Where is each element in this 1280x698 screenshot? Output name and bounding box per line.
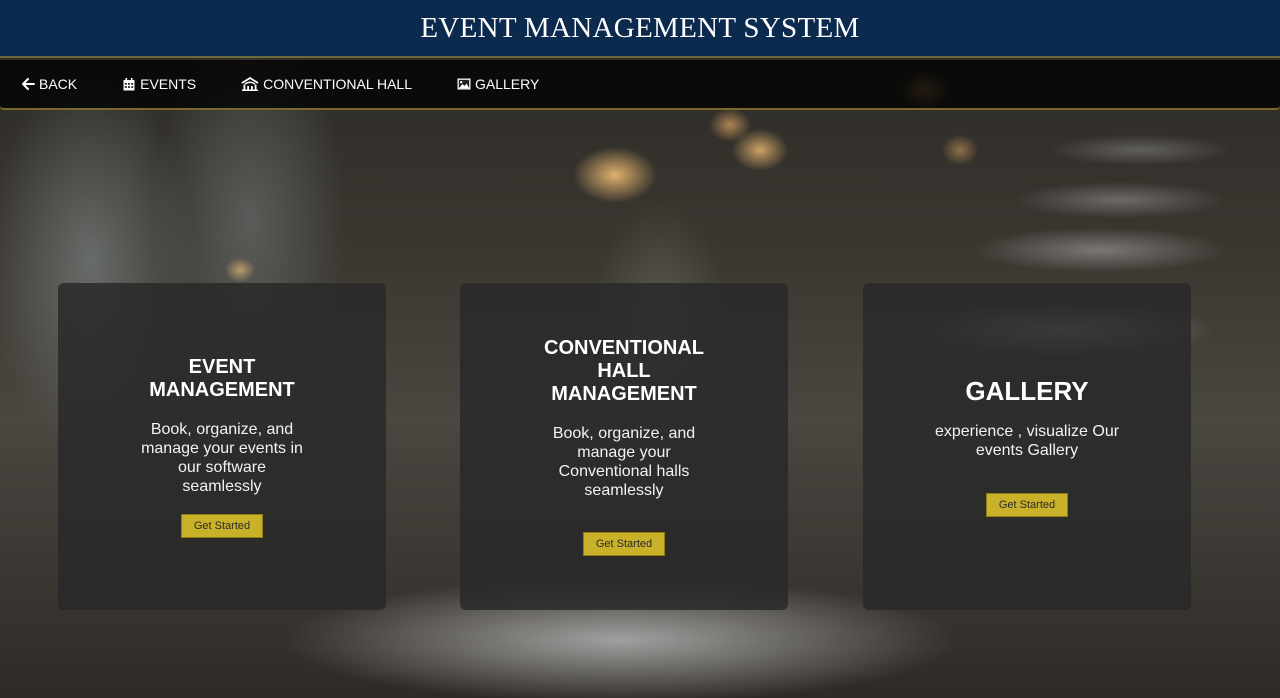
nav-back-link[interactable]: BACK bbox=[20, 76, 77, 92]
card-title: CONVENTIONAL HALL MANAGEMENT bbox=[544, 337, 704, 405]
card-title: EVENT MANAGEMENT bbox=[149, 355, 295, 401]
nav-conventional-hall-link[interactable]: CONVENTIONAL HALL bbox=[240, 76, 412, 92]
card-description: experience , visualize Our events Galler… bbox=[934, 423, 1120, 459]
site-title: EVENT MANAGEMENT SYSTEM bbox=[420, 12, 860, 44]
card-title: GALLERY bbox=[965, 376, 1089, 406]
card-description: Book, organize, and manage your events i… bbox=[141, 420, 303, 495]
nav-gallery-link[interactable]: GALLERY bbox=[456, 76, 539, 92]
event-get-started-button[interactable]: Get Started bbox=[180, 513, 264, 538]
nav-events-label: EVENTS bbox=[140, 76, 197, 92]
nav-events-link[interactable]: EVENTS bbox=[121, 76, 196, 92]
hall-get-started-button[interactable]: Get Started bbox=[582, 532, 666, 556]
conventional-hall-card: CONVENTIONAL HALL MANAGEMENT Book, organ… bbox=[460, 283, 788, 610]
arrow-left-icon bbox=[20, 77, 36, 91]
gallery-card: GALLERY experience , visualize Our event… bbox=[863, 283, 1191, 610]
card-description: Book, organize, and manage your Conventi… bbox=[552, 425, 696, 499]
main-nav: BACK EVENTS CONVENTIONAL HALL GALLERY bbox=[0, 60, 1280, 110]
image-icon bbox=[456, 77, 472, 91]
event-management-card: EVENT MANAGEMENT Book, organize, and man… bbox=[58, 283, 386, 610]
nav-back-label: BACK bbox=[39, 76, 78, 92]
nav-conventional-hall-label: CONVENTIONAL HALL bbox=[263, 76, 412, 92]
nav-gallery-label: GALLERY bbox=[475, 76, 540, 92]
calendar-icon bbox=[121, 77, 137, 91]
top-header: EVENT MANAGEMENT SYSTEM bbox=[0, 0, 1280, 58]
hall-icon bbox=[240, 77, 260, 91]
gallery-get-started-button[interactable]: Get Started bbox=[985, 493, 1069, 517]
